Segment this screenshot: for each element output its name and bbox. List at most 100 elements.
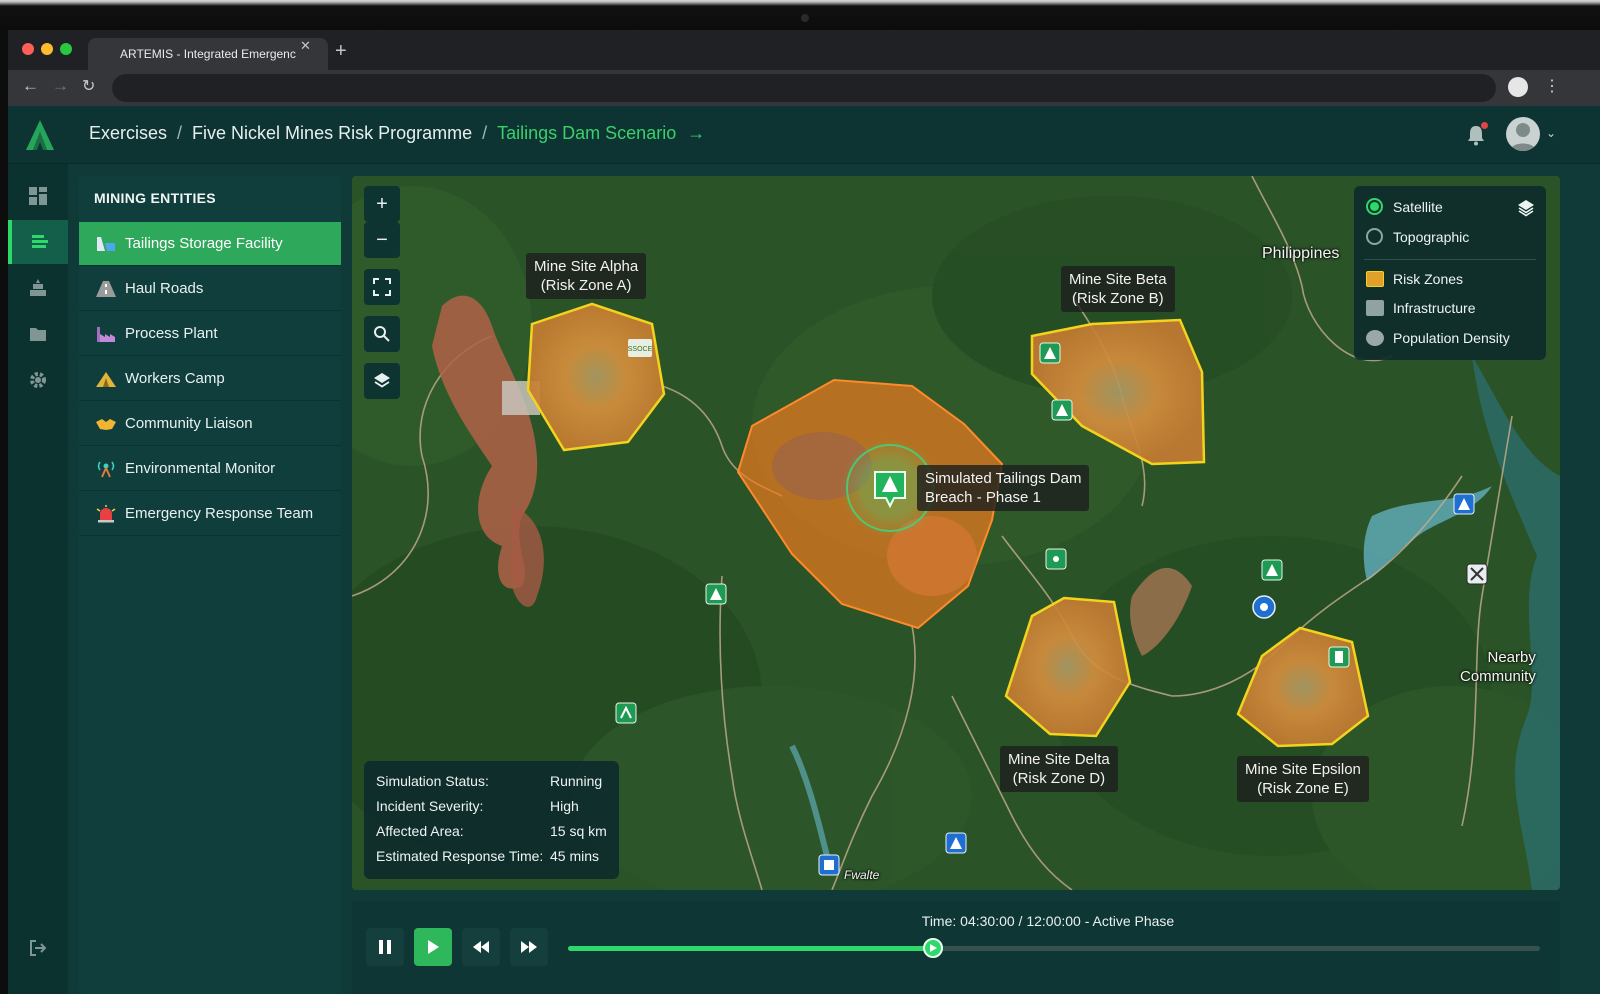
entity-tailings-storage-facility[interactable]: Tailings Storage Facility	[79, 222, 341, 266]
address-bar[interactable]	[112, 74, 1496, 102]
marker-hospital[interactable]	[1252, 595, 1276, 619]
breadcrumb-scenario[interactable]: Tailings Dam Scenario	[497, 123, 676, 143]
marker-camp-3[interactable]	[705, 583, 727, 605]
layers-button[interactable]	[364, 363, 400, 399]
marker-emergency-1[interactable]	[1453, 493, 1475, 515]
overlay-label: Infrastructure	[1393, 300, 1476, 316]
infrastructure-icon	[1366, 300, 1384, 316]
fullscreen-button[interactable]	[364, 269, 400, 305]
marker-emergency-2[interactable]	[945, 832, 967, 854]
rail-entities[interactable]	[8, 220, 68, 264]
rail-dashboard[interactable]	[8, 174, 68, 218]
layer-option-topographic[interactable]: Topographic	[1366, 228, 1469, 245]
overlay-label: Risk Zones	[1393, 271, 1464, 287]
play-icon	[428, 940, 439, 954]
breadcrumb: Exercises / Five Nickel Mines Risk Program…	[89, 123, 705, 144]
place-label-philippines: Philippines	[1262, 245, 1340, 262]
radio-checked[interactable]	[1366, 198, 1383, 215]
breadcrumb-programme[interactable]: Five Nickel Mines Risk Programme	[192, 123, 472, 143]
user-icon	[1510, 123, 1536, 151]
status-row: Simulation Status: Running	[376, 773, 619, 798]
overlay-population-density[interactable]: Population Density	[1366, 330, 1510, 346]
zoom-in-button[interactable]: +	[364, 186, 400, 222]
rail-settings[interactable]	[8, 358, 68, 402]
satellite-map[interactable]: SSOCE + − Satellite Topographic Risk Zon…	[352, 176, 1560, 890]
search-button[interactable]	[364, 316, 400, 352]
timeline-track[interactable]	[568, 938, 1540, 958]
entity-haul-roads[interactable]: Haul Roads	[79, 267, 341, 311]
entity-environmental-monitor[interactable]: Environmental Monitor	[79, 447, 341, 491]
layer-option-satellite[interactable]: Satellite	[1366, 198, 1443, 215]
status-row: Incident Severity: High	[376, 798, 619, 823]
status-row: Affected Area: 15 sq km	[376, 823, 619, 848]
breach-label-line: Simulated Tailings Dam	[925, 470, 1082, 487]
gear-icon	[30, 372, 46, 388]
antenna-icon	[93, 458, 119, 480]
pause-button[interactable]	[366, 928, 404, 966]
zoom-out-button[interactable]: −	[364, 222, 400, 258]
browser-chrome: ARTEMIS - Integrated Emergenc ✕ + ← → ↻ …	[8, 30, 1600, 106]
entity-emergency-response-team[interactable]: Emergency Response Team	[79, 492, 341, 536]
minimize-window-button[interactable]	[41, 43, 53, 55]
avatar[interactable]	[1506, 117, 1540, 151]
breadcrumb-exercises[interactable]: Exercises	[89, 123, 167, 143]
entity-community-liaison[interactable]: Community Liaison	[79, 402, 341, 446]
marker-camp-2[interactable]	[1051, 399, 1073, 421]
marker-camp-4[interactable]	[1261, 559, 1283, 581]
entity-process-plant[interactable]: Process Plant	[79, 312, 341, 356]
simulation-status-card: Simulation Status: Running Incident Sever…	[364, 761, 619, 879]
siren-icon	[93, 503, 119, 525]
fullscreen-icon	[373, 278, 391, 296]
playback-bar: Time: 04:30:00 / 12:00:00 - Active Phase	[352, 901, 1560, 994]
place-label-fwalte: Fwalte	[844, 868, 880, 882]
status-value: High	[550, 798, 579, 814]
breach-label: Simulated Tailings Dam Breach - Phase 1	[917, 465, 1090, 511]
search-icon	[374, 326, 390, 342]
forward-icon[interactable]: →	[52, 76, 69, 96]
more-menu-icon[interactable]: ⋮	[1544, 76, 1560, 96]
browser-toolbar: ← → ↻ ⋮	[8, 70, 1600, 106]
place-label-community: Nearby Community	[1460, 648, 1536, 686]
radio-unchecked[interactable]	[1366, 228, 1383, 245]
marker-emergency-3[interactable]	[818, 854, 840, 876]
rail-folder[interactable]	[8, 312, 68, 356]
tent-icon	[93, 368, 119, 390]
fast-forward-button[interactable]	[510, 928, 548, 966]
entity-workers-camp[interactable]: Workers Camp	[79, 357, 341, 401]
rewind-icon	[473, 941, 489, 953]
icon-rail	[8, 164, 68, 994]
tab-close-icon[interactable]: ✕	[300, 38, 311, 54]
road-icon	[93, 278, 119, 300]
play-button[interactable]	[414, 928, 452, 966]
timeline-scrubber[interactable]	[922, 938, 943, 958]
marker-monitor[interactable]	[1045, 548, 1067, 570]
reload-icon[interactable]: ↻	[82, 76, 95, 96]
zone-name: Mine Site Delta	[1008, 751, 1110, 768]
marker-camp-1[interactable]	[1039, 342, 1061, 364]
new-tab-button[interactable]: +	[335, 40, 347, 63]
rail-stack[interactable]	[8, 266, 68, 310]
pause-icon	[379, 940, 391, 954]
marker-process[interactable]	[1328, 646, 1350, 668]
profile-icon[interactable]	[1508, 77, 1528, 97]
zone-code: (Risk Zone D)	[1012, 770, 1106, 787]
back-icon[interactable]: ←	[22, 76, 39, 96]
breach-label-line: Breach - Phase 1	[925, 489, 1041, 506]
rail-logout[interactable]	[8, 926, 68, 970]
maximize-window-button[interactable]	[60, 43, 72, 55]
chevron-down-icon[interactable]: ⌄	[1546, 126, 1556, 140]
overlay-infrastructure[interactable]: Infrastructure	[1366, 300, 1475, 316]
overlay-risk-zones[interactable]: Risk Zones	[1366, 271, 1463, 287]
handshake-icon	[93, 413, 119, 435]
browser-tab[interactable]: ARTEMIS - Integrated Emergenc	[88, 38, 328, 70]
place-label-line: Community	[1460, 668, 1536, 685]
status-value: 45 mins	[550, 848, 600, 864]
rewind-button[interactable]	[462, 928, 500, 966]
layers-stack-icon[interactable]	[1516, 198, 1536, 218]
risk-zones-icon	[1366, 271, 1384, 287]
marker-road[interactable]	[615, 702, 637, 724]
close-window-button[interactable]	[22, 43, 34, 55]
entity-label: Haul Roads	[125, 280, 204, 297]
marker-community[interactable]	[1466, 563, 1488, 585]
camera	[801, 14, 809, 22]
